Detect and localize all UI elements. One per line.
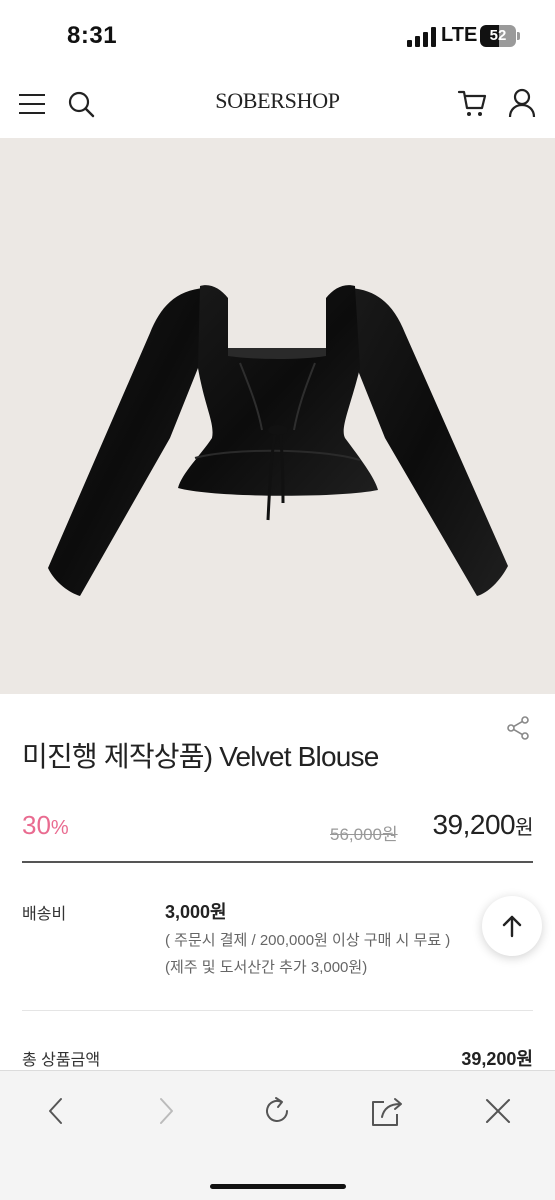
shipping-note: ( 주문시 결제 / 200,000원 이상 구매 시 무료 ) (165, 932, 451, 949)
home-indicator[interactable] (210, 1184, 346, 1189)
battery-level: 52 (489, 27, 507, 44)
user-icon[interactable] (507, 87, 537, 119)
sale-price-unit: 원 (515, 817, 533, 839)
share-out-icon[interactable] (369, 1093, 405, 1129)
signal-icon (407, 27, 436, 47)
section-divider (22, 1010, 533, 1011)
forward-icon[interactable] (148, 1093, 184, 1129)
sale-price-number: 39,200 (432, 809, 516, 840)
arrow-up-icon (502, 915, 522, 938)
discount-value: 30 (22, 810, 51, 840)
discount-unit: % (50, 817, 69, 839)
product-title: 미진행 제작상품) Velvet Blouse (22, 741, 379, 772)
close-icon[interactable] (480, 1093, 516, 1129)
status-bar: 8:31 LTE 52 (0, 0, 555, 70)
sale-price: 39,200원 (432, 809, 533, 841)
scroll-to-top-button[interactable] (482, 896, 542, 956)
price-divider (22, 861, 533, 863)
shipping-note-extra: (제주 및 도서산간 추가 3,000원) (165, 959, 368, 976)
discount-rate: 30% (22, 810, 69, 841)
shipping-fee: 3,000원 (165, 902, 227, 922)
total-price-label: 총 상품금액 (22, 1052, 101, 1069)
cart-icon[interactable] (456, 87, 488, 119)
velvet-blouse-illustration (48, 285, 508, 596)
battery-icon: 52 (480, 25, 520, 47)
shipping-label: 배송비 (22, 906, 67, 923)
status-time: 8:31 (67, 22, 118, 49)
back-icon[interactable] (38, 1093, 74, 1129)
site-header: SOBERSHOP (0, 70, 555, 138)
reload-icon[interactable] (259, 1093, 295, 1129)
network-type: LTE (441, 24, 478, 46)
original-price: 56,000원 (330, 825, 398, 844)
share-icon[interactable] (505, 715, 531, 741)
total-price-value: 39,200원 (461, 1049, 533, 1069)
product-image[interactable] (0, 138, 555, 694)
browser-toolbar (0, 1070, 555, 1200)
